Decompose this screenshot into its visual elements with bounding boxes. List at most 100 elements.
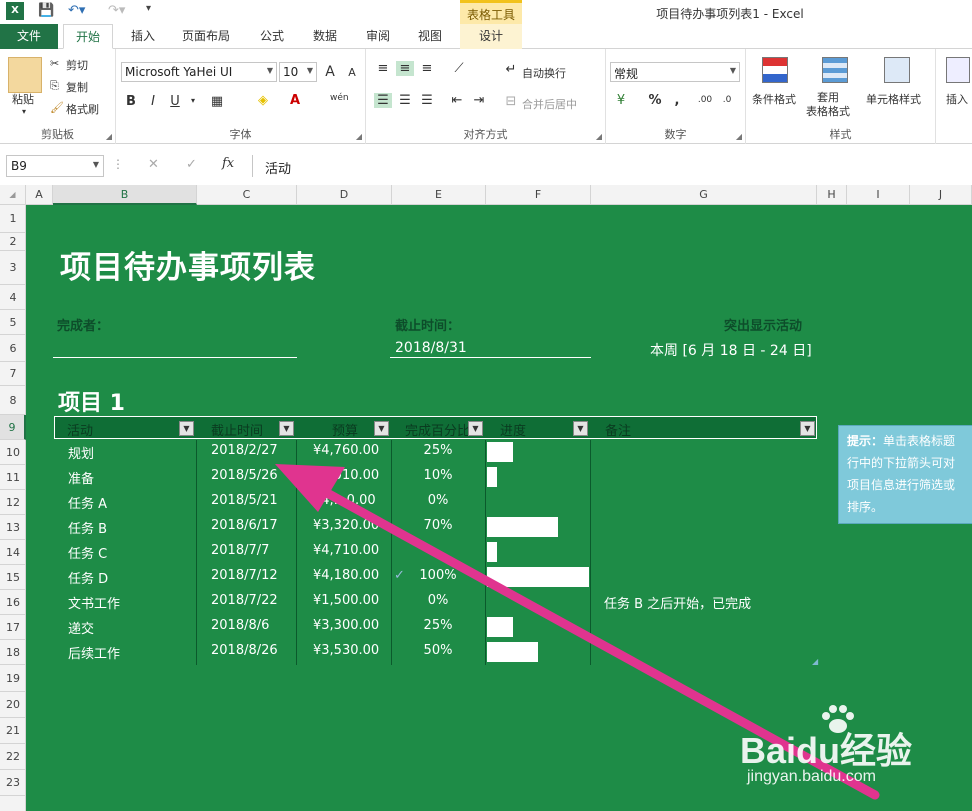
row-header[interactable]: 3 [0,251,26,285]
format-painter-button[interactable]: 格式刷 [66,101,99,117]
format-as-table-button[interactable]: 套用 表格格式 [806,91,850,119]
increase-decimal-icon[interactable]: .00 [696,95,714,105]
paste-dropdown-icon[interactable]: ▾ [22,107,26,116]
filter-dropdown-icon[interactable]: ▼ [573,421,588,436]
activity-cell[interactable]: 任务 B [68,518,107,537]
accounting-format-icon[interactable]: ¥ [612,93,630,108]
dialog-launcher-icon[interactable]: ◢ [596,132,602,141]
filter-dropdown-icon[interactable]: ▼ [468,421,483,436]
phonetic-icon[interactable]: wén [330,93,349,103]
column-header-i[interactable]: I [847,185,910,205]
activity-cell[interactable]: 任务 C [68,543,107,562]
table-resize-handle-icon[interactable]: ◢ [812,657,818,666]
row-header[interactable]: 22 [0,744,26,770]
activity-cell[interactable]: 递交 [68,618,94,637]
cell-styles-button[interactable]: 单元格样式 [866,91,921,107]
note-cell[interactable]: 任务 B 之后开始，已完成 [604,593,751,612]
budget-cell[interactable]: ¥4,760.00 [313,443,379,458]
table-row[interactable]: 文书工作 2018/7/22 ¥1,500.00 0% 任务 B 之后开始，已完成 [26,590,816,615]
tab-file[interactable]: 文件 [0,24,58,49]
activity-cell[interactable]: 后续工作 [68,643,120,662]
row-header[interactable]: 11 [0,465,26,490]
column-header-b[interactable]: B [53,185,197,205]
column-header-c[interactable]: C [197,185,297,205]
deadline-value[interactable]: 2018/8/31 [395,340,467,356]
due-date-cell[interactable]: 2018/5/26 [211,468,278,483]
formula-input[interactable]: 活动 [252,155,972,177]
underline-button[interactable]: U [166,94,184,109]
due-date-cell[interactable]: 2018/8/26 [211,643,278,658]
header-percent[interactable]: 完成百分比 [405,420,471,439]
grow-font-icon[interactable]: A [321,64,339,80]
budget-cell[interactable]: ¥4,…0.00 [313,493,376,508]
row-header[interactable]: 18 [0,640,26,665]
dialog-launcher-icon[interactable]: ◢ [356,132,362,141]
row-header[interactable]: 1 [0,205,26,233]
table-row[interactable]: 准备 2018/5/26 ¥3,010.00 10% [26,465,816,490]
due-date-cell[interactable]: 2018/2/27 [211,443,278,458]
paste-icon[interactable] [8,57,42,93]
percent-cell[interactable]: 25% [391,443,485,458]
row-header[interactable]: 9 [0,415,26,440]
due-date-cell[interactable]: 2018/5/21 [211,493,278,508]
percent-cell[interactable]: 0% [391,493,485,508]
header-notes[interactable]: 备注 [605,420,631,439]
tab-formulas[interactable]: 公式 [252,24,292,49]
header-progress[interactable]: 进度 [500,420,526,439]
row-header[interactable]: 7 [0,362,26,386]
percent-cell[interactable]: 100% [391,568,485,583]
column-header-e[interactable]: E [392,185,486,205]
due-date-cell[interactable]: 2018/7/12 [211,568,278,583]
column-header-g[interactable]: G [591,185,817,205]
row-header[interactable]: 2 [0,233,26,251]
activity-cell[interactable]: 任务 D [68,568,108,587]
percent-cell[interactable]: 70% [391,518,485,533]
owner-underline[interactable] [53,357,297,358]
row-header[interactable]: 14 [0,540,26,565]
tab-review[interactable]: 审阅 [358,24,398,49]
budget-cell[interactable]: ¥1,500.00 [313,593,379,608]
comma-style-icon[interactable]: , [668,93,686,108]
shrink-font-icon[interactable]: A [343,66,361,79]
font-size-select[interactable]: 10 ▼ [279,62,317,82]
percent-style-icon[interactable]: % [646,93,664,108]
dialog-launcher-icon[interactable]: ◢ [736,132,742,141]
column-header-h[interactable]: H [817,185,847,205]
budget-cell[interactable]: ¥3,010.00 [313,468,379,483]
filter-dropdown-icon[interactable]: ▼ [374,421,389,436]
tab-home[interactable]: 开始 [63,24,113,49]
bold-button[interactable]: B [122,94,140,109]
table-row[interactable]: 任务 D 2018/7/12 ¥4,180.00 100% ✓ [26,565,816,590]
tab-view[interactable]: 视图 [410,24,450,49]
highlight-value[interactable]: 本周 [6 月 18 日 - 24 日] [650,340,812,360]
row-header[interactable]: 12 [0,490,26,515]
name-box[interactable]: B9 ▼ [6,155,104,177]
filter-dropdown-icon[interactable]: ▼ [279,421,294,436]
due-date-cell[interactable]: 2018/8/6 [211,618,269,633]
row-header[interactable]: 5 [0,310,26,335]
row-header[interactable]: 19 [0,665,26,692]
table-row[interactable]: 规划 2018/2/27 ¥4,760.00 25% [26,440,816,465]
column-header-f[interactable]: F [486,185,591,205]
budget-cell[interactable]: ¥3,320.00 [313,518,379,533]
align-middle-icon[interactable]: ≡ [396,61,414,76]
decrease-decimal-icon[interactable]: .0 [718,95,736,105]
enter-icon[interactable]: ✓ [186,157,197,172]
column-header-j[interactable]: J [910,185,972,205]
due-date-cell[interactable]: 2018/6/17 [211,518,278,533]
row-header[interactable]: 16 [0,590,26,615]
italic-button[interactable]: I [144,94,162,109]
activity-cell[interactable]: 规划 [68,443,94,462]
activity-cell[interactable]: 准备 [68,468,94,487]
merge-center-button[interactable]: 合并后居中 [522,96,577,112]
tab-design[interactable]: 设计 [460,24,522,49]
filter-dropdown-icon[interactable]: ▼ [179,421,194,436]
undo-icon[interactable]: ↶▾ [68,3,85,18]
row-header[interactable]: 6 [0,335,26,362]
tab-insert[interactable]: 插入 [123,24,163,49]
table-row[interactable]: 递交 2018/8/6 ¥3,300.00 25% [26,615,816,640]
align-left-icon[interactable]: ☰ [374,93,392,108]
budget-cell[interactable]: ¥3,530.00 [313,643,379,658]
underline-dropdown-icon[interactable]: ▾ [184,96,202,105]
align-top-icon[interactable]: ≡ [374,61,392,76]
